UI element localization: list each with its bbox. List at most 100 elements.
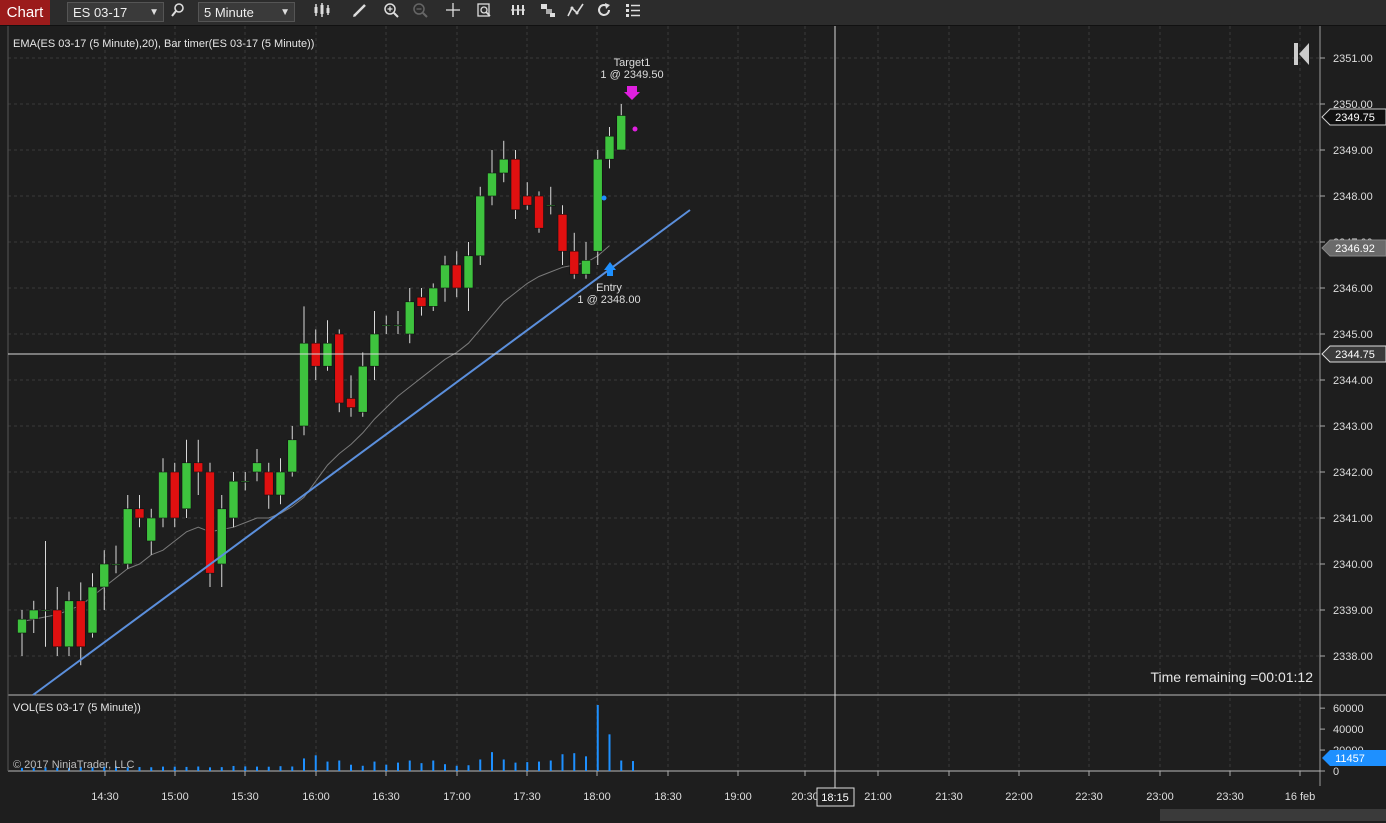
volume-tick-label: 60000: [1333, 703, 1364, 715]
candle-body: [451, 264, 462, 289]
volume-bar: [338, 760, 341, 771]
volume-bar: [632, 761, 634, 771]
candle-body: [604, 135, 615, 160]
candle-body: [64, 600, 74, 648]
ema-price-marker: 2346.92: [1321, 239, 1386, 257]
last-price-marker: 2349.75: [1321, 108, 1386, 126]
price-tick-label: 2348.00: [1333, 191, 1373, 203]
volume-bar: [479, 759, 482, 771]
price-tick-label: 2340.00: [1333, 559, 1373, 571]
reload-icon[interactable]: [593, 2, 615, 22]
candle-body: [616, 115, 627, 151]
volume-bar: [220, 767, 223, 771]
interval-selector[interactable]: 5 Minute ▼: [198, 2, 295, 22]
volume-bar: [596, 705, 599, 771]
indicators-icon[interactable]: [507, 2, 529, 22]
candle-body: [169, 471, 180, 519]
chart-trader-icon[interactable]: [565, 2, 587, 22]
price-tick-label: 2343.00: [1333, 421, 1373, 433]
properties-icon[interactable]: [622, 2, 644, 22]
volume-bar: [526, 762, 529, 771]
time-tick-label: 15:30: [231, 791, 259, 803]
candle-body: [287, 439, 298, 473]
volume-bar: [138, 767, 141, 771]
zoom-in-icon[interactable]: [380, 2, 402, 22]
candle-body: [522, 195, 533, 206]
time-tick-label: 23:00: [1146, 791, 1174, 803]
candle-body: [181, 462, 192, 510]
volume-bar: [538, 761, 540, 771]
horizontal-scrollbar[interactable]: [1160, 809, 1386, 821]
candle-body: [534, 195, 544, 229]
volume-bar: [291, 766, 294, 771]
target-dot-icon: [632, 126, 638, 132]
candle-body: [275, 471, 286, 496]
candle-body: [498, 158, 509, 174]
volume-bar: [502, 759, 505, 771]
candle-body: [122, 508, 133, 565]
volume-bar: [444, 764, 446, 771]
candle-body: [440, 264, 450, 289]
chart-area[interactable]: 2338.00 2339.00 2340.00 2341.00 2342.00 2343.…: [0, 26, 1386, 823]
volume-bar: [585, 756, 587, 771]
volume-marker: 11457: [1322, 750, 1386, 766]
volume-bar: [314, 755, 317, 771]
time-tick-label: 16 feb: [1285, 791, 1316, 803]
candle-body: [381, 324, 392, 327]
chevron-down-icon: ▼: [280, 7, 290, 18]
candle-body: [416, 296, 427, 307]
candle-body: [28, 609, 39, 620]
candle-body: [569, 250, 580, 275]
time-tick-label: 16:30: [372, 791, 400, 803]
time-tick-label: 19:00: [724, 791, 752, 803]
candle-body: [475, 195, 486, 257]
candle-body: [346, 398, 356, 408]
price-tick-label: 2351.00: [1333, 53, 1373, 65]
candle-body: [310, 342, 321, 367]
candle-body: [263, 471, 274, 496]
crosshair-icon[interactable]: [442, 2, 464, 22]
candle-body: [99, 563, 110, 588]
candle-body: [75, 600, 86, 648]
volume-bar: [573, 753, 576, 771]
volume-bar: [279, 766, 282, 771]
time-tick-label: 14:30: [91, 791, 119, 803]
volume-bar: [620, 760, 623, 771]
candle-body: [463, 255, 474, 289]
target-detail: 1 @ 2349.50: [600, 69, 663, 81]
candle-body: [428, 287, 439, 307]
instrument-selector[interactable]: ES 03-17 ▼: [67, 2, 164, 22]
volume-bar: [549, 760, 552, 771]
volume-bar: [185, 766, 188, 771]
time-tick-label: 16:00: [302, 791, 330, 803]
zoom-out-icon[interactable]: [409, 2, 431, 22]
search-icon[interactable]: [167, 2, 189, 22]
volume-bar: [162, 766, 164, 771]
time-tick-label: 21:00: [864, 791, 892, 803]
data-box-icon[interactable]: [473, 2, 495, 22]
chart-tab[interactable]: Chart: [0, 0, 50, 25]
volume-bar: [408, 760, 411, 771]
volume-bar: [256, 766, 258, 771]
volume-bar: [514, 762, 517, 771]
volume-label: VOL(ES 03-17 (5 Minute)): [13, 702, 141, 714]
indicator-label: EMA(ES 03-17 (5 Minute),20), Bar timer(E…: [13, 38, 314, 50]
bar-type-icon[interactable]: [311, 2, 333, 22]
volume-bar: [303, 758, 305, 771]
volume-bar: [232, 765, 235, 771]
volume-bar: [197, 766, 200, 771]
candle-body: [557, 214, 568, 252]
candle-body: [228, 480, 239, 519]
strategies-icon[interactable]: [537, 2, 559, 22]
interval-value: 5 Minute: [204, 5, 254, 20]
candle-body: [510, 158, 521, 211]
price-tick-label: 2345.00: [1333, 329, 1373, 341]
time-tick-label: 17:30: [513, 791, 541, 803]
volume-bar: [608, 734, 611, 771]
price-tick-label: 2344.00: [1333, 375, 1373, 387]
volume-bar: [361, 765, 364, 771]
draw-icon[interactable]: [349, 2, 371, 22]
volume-bar: [455, 765, 458, 771]
volume-tick-label: 0: [1333, 766, 1339, 778]
toolbar: Chart ES 03-17 ▼ 5 Minute ▼: [0, 0, 1386, 26]
